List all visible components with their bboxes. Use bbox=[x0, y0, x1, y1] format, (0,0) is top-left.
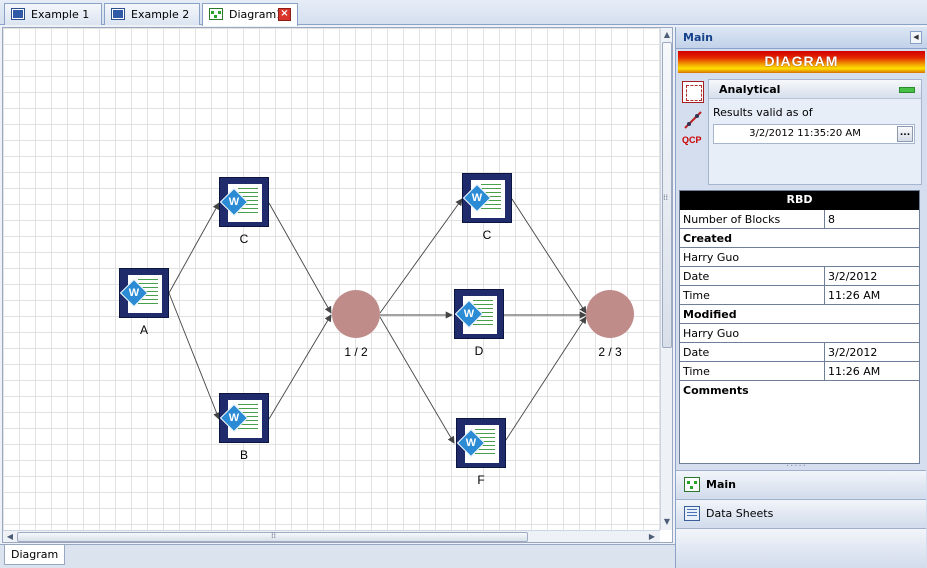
document-tab-bar: Example 1 Example 2 Diagram1 × bbox=[0, 0, 927, 26]
nav-data-sheets-button[interactable]: Data Sheets bbox=[676, 499, 926, 527]
results-valid-label: Results valid as of bbox=[713, 106, 813, 119]
property-value: 8 bbox=[828, 213, 835, 226]
results-date-value: 3/2/2012 11:35:20 AM bbox=[749, 128, 861, 139]
app-window: Example 1 Example 2 Diagram1 × W A W C W… bbox=[0, 0, 927, 568]
panel-title: Main bbox=[683, 31, 713, 44]
browse-button[interactable]: ... bbox=[897, 126, 913, 142]
section-label: Modified bbox=[683, 308, 737, 321]
block-label: C bbox=[239, 232, 249, 246]
property-section-modified[interactable]: Modified bbox=[680, 305, 919, 324]
diagram-icon bbox=[684, 477, 700, 492]
splitter-grip-icon[interactable]: ⁞⁞ bbox=[663, 193, 668, 202]
tab-diagram1[interactable]: Diagram1 × bbox=[202, 3, 298, 26]
status-indicator bbox=[899, 87, 915, 93]
node-label: 2 / 3 bbox=[598, 345, 622, 359]
node-1-of-2[interactable] bbox=[332, 290, 380, 338]
block-f[interactable]: W bbox=[456, 418, 506, 468]
scroll-up-icon[interactable]: ▲ bbox=[661, 29, 672, 41]
panel-header: Main ◀ bbox=[676, 27, 927, 49]
block-d[interactable]: W bbox=[454, 289, 504, 339]
main-panel: Main ◀ DIAGRAM QCP Analytical Results va… bbox=[675, 27, 927, 568]
property-key: Time bbox=[683, 289, 710, 302]
property-row-modified-by[interactable]: Harry Guo bbox=[680, 324, 919, 343]
block-label: A bbox=[139, 323, 148, 337]
section-label: Comments bbox=[683, 384, 749, 397]
sheet-tab-bar: Diagram bbox=[0, 544, 675, 568]
connector-lines bbox=[168, 198, 587, 444]
block-label: B bbox=[239, 448, 248, 462]
property-key: Date bbox=[683, 270, 710, 283]
properties-grid: RBD Number of Blocks 8 Created Harry Guo… bbox=[679, 190, 920, 464]
tab-label: Diagram1 bbox=[229, 8, 284, 21]
diagram-canvas[interactable]: W A W C W B 1 / 2 W C W D W F 2 / 3 bbox=[3, 28, 660, 530]
property-row-number-of-blocks[interactable]: Number of Blocks 8 bbox=[680, 210, 919, 229]
diagram-icon bbox=[209, 8, 223, 20]
tab-example-2[interactable]: Example 2 bbox=[104, 3, 200, 25]
tab-label: Example 2 bbox=[131, 8, 190, 21]
analytical-title: Analytical bbox=[719, 83, 781, 96]
block-c-2[interactable]: W bbox=[462, 173, 512, 223]
nav-label: Main bbox=[706, 478, 736, 491]
tab-diagram[interactable]: Diagram bbox=[4, 545, 66, 565]
scroll-left-icon[interactable]: ◀ bbox=[4, 531, 16, 542]
nav-empty-area bbox=[676, 528, 926, 568]
splitter-grip-icon[interactable]: ⁞⁞ bbox=[271, 531, 276, 540]
property-row-modified-time[interactable]: Time 11:26 AM bbox=[680, 362, 919, 381]
word-doc-icon bbox=[11, 8, 25, 20]
property-row-created-date[interactable]: Date 3/2/2012 bbox=[680, 267, 919, 286]
property-key: Date bbox=[683, 346, 710, 359]
property-value: 11:26 AM bbox=[828, 289, 881, 302]
property-key: Number of Blocks bbox=[683, 213, 781, 226]
property-key: Harry Guo bbox=[683, 327, 740, 340]
analytical-icon[interactable] bbox=[682, 81, 704, 103]
block-label: D bbox=[474, 344, 484, 358]
horizontal-scrollbar[interactable]: ◀ ⁞⁞ ▶ bbox=[3, 530, 660, 542]
node-label: 1 / 2 bbox=[344, 345, 368, 359]
results-date-field[interactable]: 3/2/2012 11:35:20 AM ... bbox=[713, 124, 915, 144]
qcp-icon-text: QCP bbox=[682, 135, 702, 145]
analytical-section: Analytical Results valid as of 3/2/2012 … bbox=[708, 79, 922, 185]
word-doc-icon bbox=[111, 8, 125, 20]
block-a[interactable]: W bbox=[119, 268, 169, 318]
section-label: Created bbox=[683, 232, 732, 245]
block-label: C bbox=[482, 228, 492, 242]
close-tab-icon[interactable]: × bbox=[278, 8, 291, 21]
simulation-icon[interactable] bbox=[682, 109, 704, 131]
property-section-created[interactable]: Created bbox=[680, 229, 919, 248]
block-b[interactable]: W bbox=[219, 393, 269, 443]
property-row-modified-date[interactable]: Date 3/2/2012 bbox=[680, 343, 919, 362]
property-section-comments[interactable]: Comments bbox=[680, 381, 919, 400]
collapse-panel-button[interactable]: ◀ bbox=[910, 31, 922, 44]
scroll-right-icon[interactable]: ▶ bbox=[646, 531, 658, 542]
property-value: 11:26 AM bbox=[828, 365, 881, 378]
vertical-scrollbar[interactable]: ▲ ⁞⁞ ▼ bbox=[660, 28, 672, 530]
tab-label: Example 1 bbox=[31, 8, 90, 21]
diagram-banner: DIAGRAM bbox=[678, 51, 925, 73]
qcp-icon[interactable]: QCP bbox=[682, 135, 704, 157]
block-c[interactable]: W bbox=[219, 177, 269, 227]
scroll-down-icon[interactable]: ▼ bbox=[661, 516, 672, 528]
property-value: 3/2/2012 bbox=[828, 270, 878, 283]
property-key: Time bbox=[683, 365, 710, 378]
nav-label: Data Sheets bbox=[706, 507, 774, 520]
property-value: 3/2/2012 bbox=[828, 346, 878, 359]
data-sheets-icon bbox=[684, 506, 700, 521]
block-label: F bbox=[477, 473, 485, 487]
tab-example-1[interactable]: Example 1 bbox=[4, 3, 102, 25]
diagram-canvas-frame: W A W C W B 1 / 2 W C W D W F 2 / 3 ▲ ⁞⁞… bbox=[2, 27, 673, 543]
property-row-created-by[interactable]: Harry Guo bbox=[680, 248, 919, 267]
analytical-header[interactable]: Analytical bbox=[709, 80, 921, 99]
node-2-of-3[interactable] bbox=[586, 290, 634, 338]
nav-main-button[interactable]: Main bbox=[676, 470, 926, 498]
banner-text: DIAGRAM bbox=[764, 53, 839, 69]
property-row-created-time[interactable]: Time 11:26 AM bbox=[680, 286, 919, 305]
properties-header: RBD bbox=[680, 191, 919, 210]
simulation-graphic bbox=[684, 111, 702, 129]
property-key: Harry Guo bbox=[683, 251, 740, 264]
